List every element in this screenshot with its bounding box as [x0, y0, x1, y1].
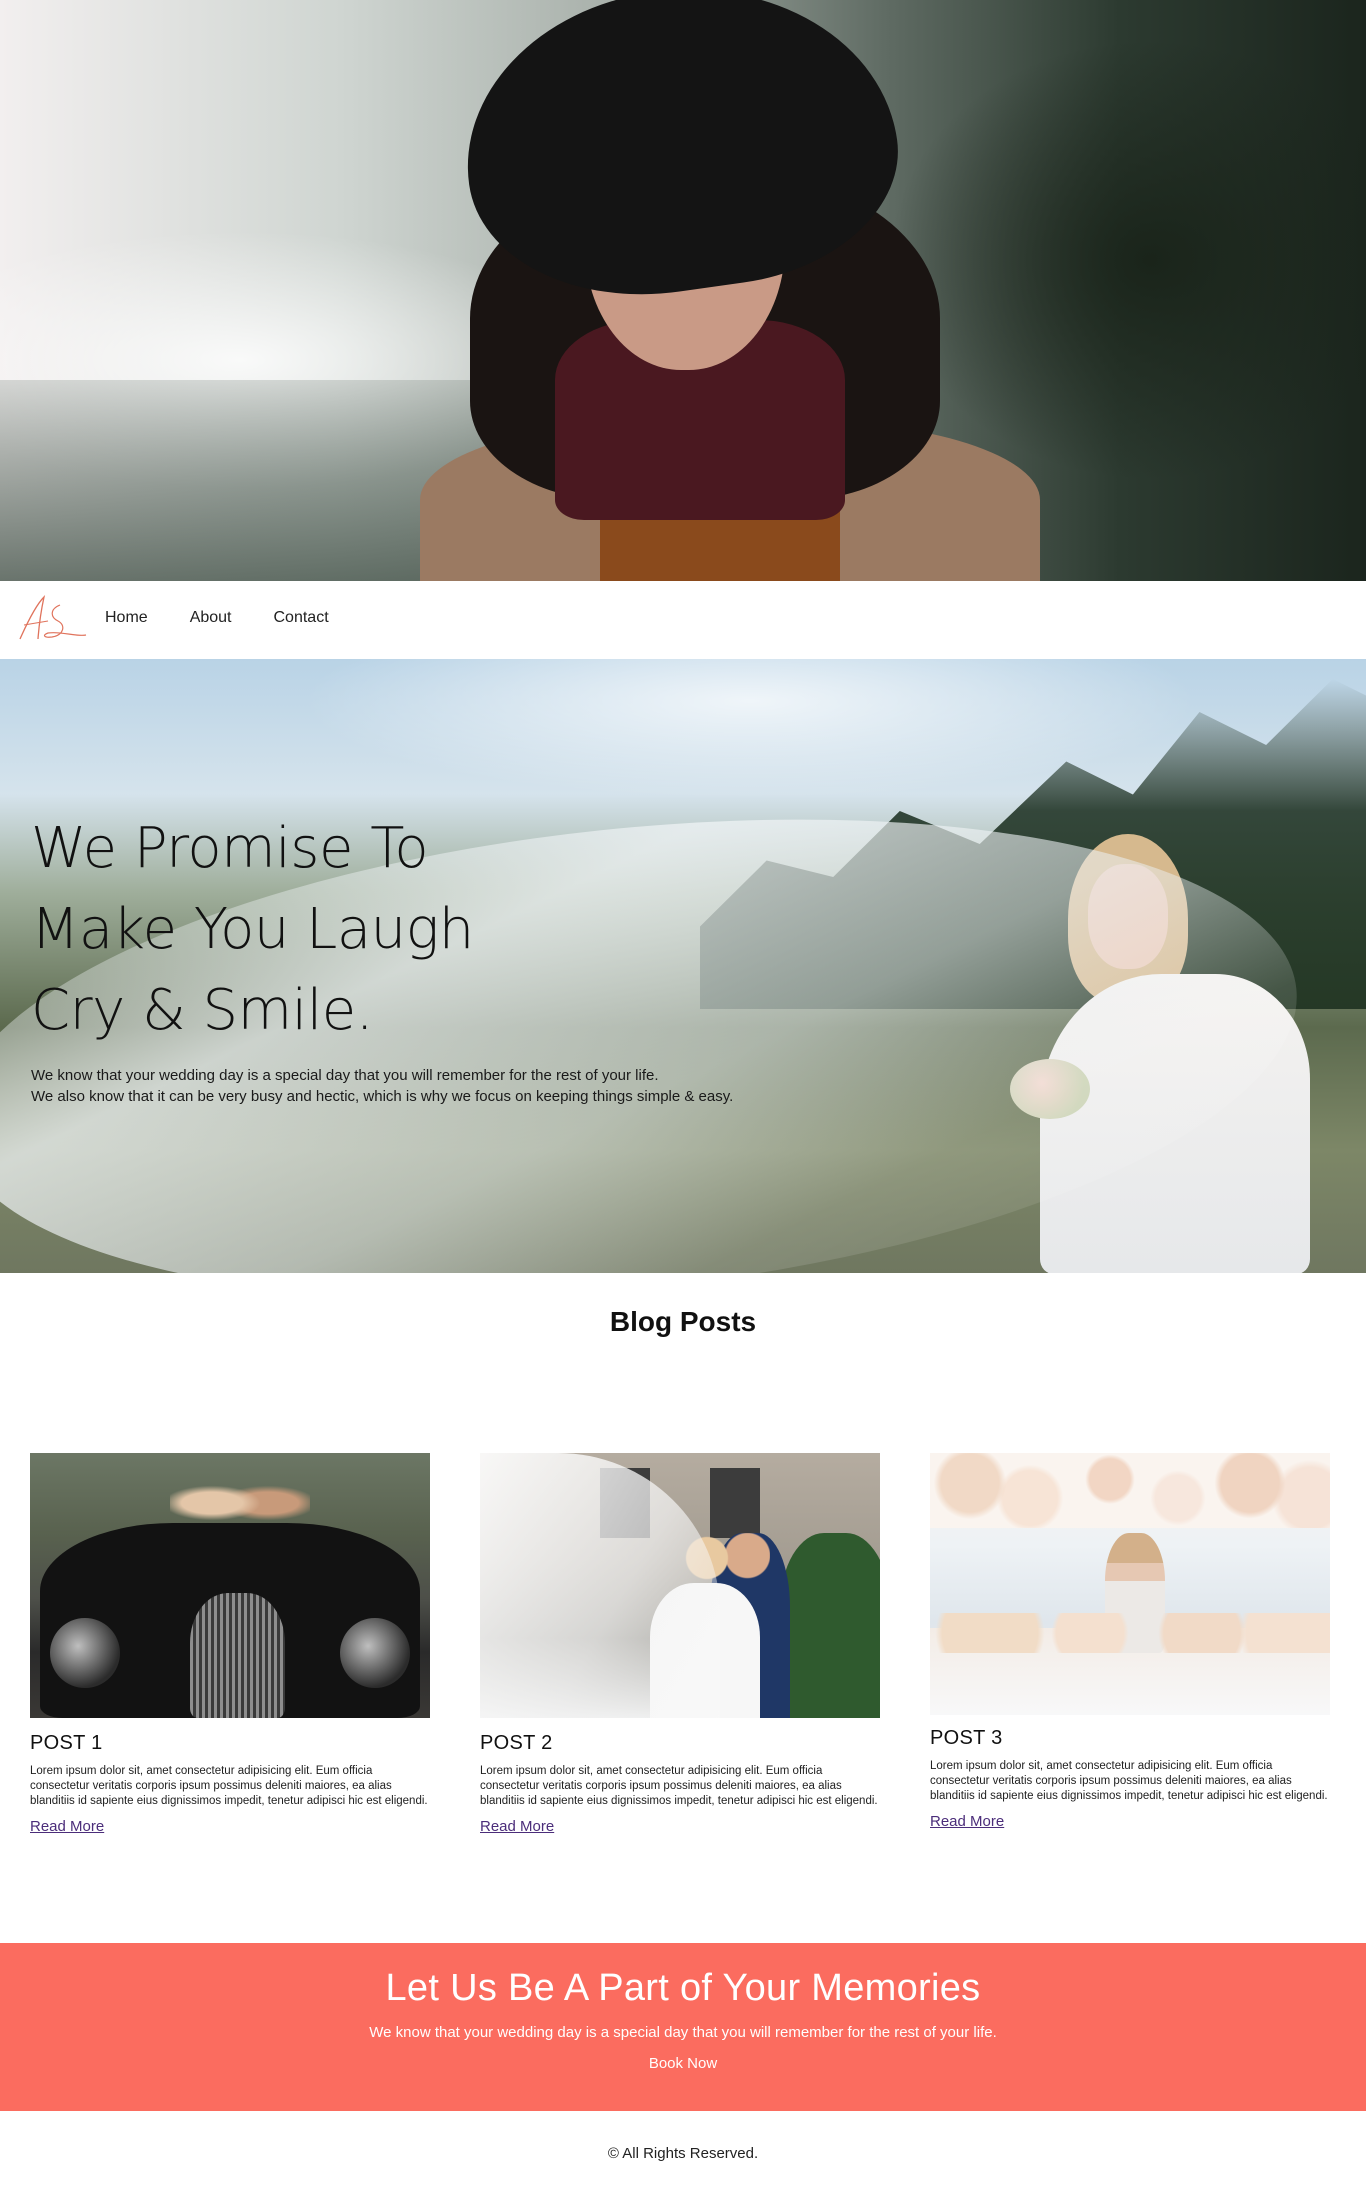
read-more-link[interactable]: Read More [30, 1818, 104, 1835]
nav-link-contact[interactable]: Contact [274, 609, 329, 627]
footer-copyright: © All Rights Reserved. [607, 2145, 759, 2162]
cta-banner: Let Us Be A Part of Your Memories We kno… [0, 1943, 1366, 2111]
car-headlight-right [340, 1618, 410, 1688]
hero-subtext-line-1: We know that your wedding day is a speci… [31, 1067, 659, 1084]
top-hero-photo [0, 0, 1366, 581]
hero-heading-line-1: We Promise To [31, 816, 429, 881]
book-now-button[interactable]: Book Now [649, 2055, 717, 2072]
bushes [780, 1533, 880, 1718]
post-title: POST 3 [930, 1727, 1003, 1749]
cta-subtitle: We know that your wedding day is a speci… [369, 2024, 997, 2041]
logo[interactable] [14, 591, 88, 647]
post-3-image[interactable] [930, 1453, 1330, 1715]
post-title: POST 2 [480, 1732, 553, 1754]
hero-heading-line-3: Cry & Smile. [31, 978, 374, 1043]
hero-subtext-line-2: We also know that it can be very busy an… [31, 1088, 734, 1105]
cta-title: Let Us Be A Part of Your Memories [385, 1967, 981, 2009]
hero-heading-line-2: Make You Laugh [31, 897, 474, 962]
couple-in-car [170, 1468, 310, 1538]
read-more-link[interactable]: Read More [930, 1813, 1004, 1830]
post-title: POST 1 [30, 1732, 103, 1754]
navbar: Home About Contact [0, 581, 1366, 659]
blog-post-card: POST 3 Lorem ipsum dolor sit, amet conse… [930, 1453, 1330, 1831]
hero-subtext: We know that your wedding day is a speci… [31, 1065, 931, 1107]
signature-logo-icon [19, 594, 87, 640]
nav-link-home[interactable]: Home [105, 609, 148, 627]
post-excerpt: Lorem ipsum dolor sit, amet consectetur … [930, 1760, 1328, 1802]
car-grille [190, 1593, 285, 1718]
blog-post-card: POST 2 Lorem ipsum dolor sit, amet conse… [480, 1453, 880, 1836]
footer: © All Rights Reserved. [0, 2145, 1366, 2162]
castle-window [710, 1468, 760, 1538]
hero-heading: We Promise To Make You Laugh Cry & Smile… [31, 808, 631, 1051]
car-headlight-left [50, 1618, 120, 1688]
bridal-veil [480, 1453, 720, 1718]
blog-post-card: POST 1 Lorem ipsum dolor sit, amet conse… [30, 1453, 430, 1836]
post-1-image[interactable] [30, 1453, 430, 1718]
nav-link-about[interactable]: About [190, 609, 232, 627]
post-excerpt: Lorem ipsum dolor sit, amet consectetur … [30, 1765, 428, 1807]
post-excerpt: Lorem ipsum dolor sit, amet consectetur … [480, 1765, 878, 1807]
floral-ceiling [930, 1453, 1330, 1528]
read-more-link[interactable]: Read More [480, 1818, 554, 1835]
nav-links: Home About Contact [105, 609, 371, 627]
post-2-image[interactable] [480, 1453, 880, 1718]
table-centerpieces [930, 1613, 1330, 1653]
blog-section-title: Blog Posts [609, 1306, 757, 1337]
